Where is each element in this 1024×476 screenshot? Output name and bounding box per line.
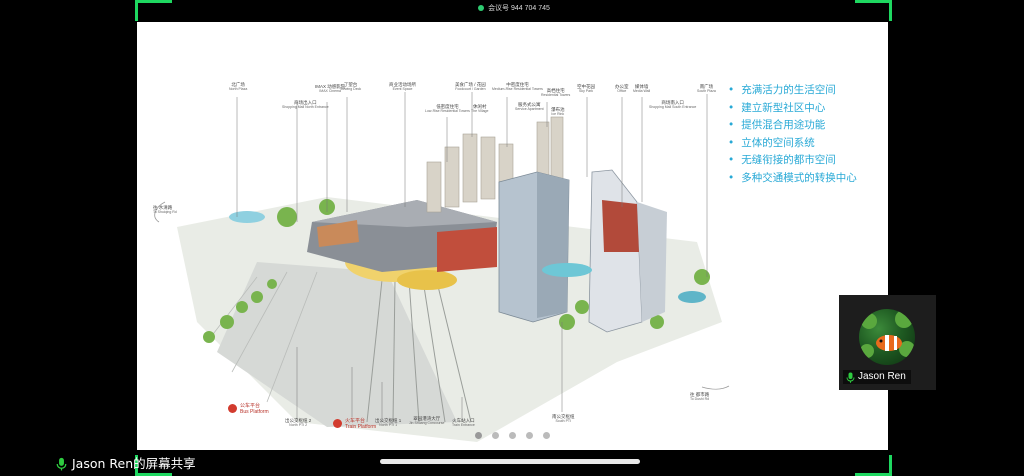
pager-dot[interactable]: [509, 432, 516, 439]
microphone-icon[interactable]: [846, 372, 855, 383]
participant-name: Jason Ren: [858, 371, 906, 382]
feature-item: 充满活力的生活空间: [728, 82, 857, 100]
callout-label: 美食广场 / 花园 Foodcourt / Garden: [455, 82, 486, 91]
direction-label-left: 往 水清路 To Shuiqing Rd: [153, 205, 177, 214]
callout-label: 商场出入口 Shopping Mall North Entrance: [282, 100, 329, 109]
callout-label: 高档住宅 Residential Towers: [541, 88, 571, 97]
train-platform-icon: [333, 419, 342, 428]
callout-label: 中密度住宅 Medium-Rise Residential Towers: [492, 82, 543, 91]
callout-label: 出公交枢纽 1 North PTI 1: [375, 418, 402, 427]
callout-label: 火车站入口 Train Entrance: [452, 418, 475, 427]
share-frame-corner-top-left: [135, 0, 172, 21]
callout-label: 瀑布池 Ice Rink: [551, 107, 565, 116]
callout-label: 了望台 Viewing Deck: [340, 82, 362, 91]
feature-item: 提供混合用途功能: [728, 117, 857, 135]
screen-share-label: Jason Ren的屏幕共享: [56, 455, 196, 473]
pager-dot[interactable]: [526, 432, 533, 439]
participant-name-tag: Jason Ren: [843, 370, 911, 384]
callout-label: 南广场 South Plaza: [697, 84, 716, 93]
direction-label-right: 往 都市路 To Dushi Rd: [690, 392, 710, 401]
feature-item: 无缝衔接的都市空间: [728, 152, 857, 170]
feature-item: 立体的空间系统: [728, 135, 857, 153]
shared-slide: 充满活力的生活空间 建立新型社区中心 提供混合用途功能 立体的空间系统 无缝衔接…: [137, 22, 888, 450]
callout-label: 翠园港湾大厅 Jin Shuang Concourse: [409, 416, 445, 425]
callout-label: 服务式公寓 Service Apartment: [515, 102, 544, 111]
participant-avatar: [859, 309, 915, 365]
callout-label: 低密度住宅 Low-Rise Residential Towers: [425, 104, 470, 113]
callout-label: 办公室 Office: [615, 84, 629, 93]
pager-dot[interactable]: [492, 432, 499, 439]
callout-label: 休闲村 The Village: [471, 104, 489, 113]
pager-dot[interactable]: [543, 432, 550, 439]
bus-platform-label: 公车平台 Bus Platform: [240, 403, 269, 415]
callout-label: 媒体墙 Media Wall: [633, 84, 651, 93]
callout-label: 出公交枢纽 2 North PTI 2: [285, 418, 312, 427]
callout-label: 商业活动场所 Event Space: [389, 82, 416, 91]
share-frame-corner-top-right: [855, 0, 892, 21]
pager-dot[interactable]: [475, 432, 482, 439]
callout-label: 南公交枢纽 South PTI: [552, 414, 575, 423]
slide-pager: [475, 432, 550, 439]
bus-platform-icon: [228, 404, 237, 413]
callout-label: 商场南入口 Shopping Mall South Entrance: [649, 100, 697, 109]
callout-label: 北广场 North Plaza: [229, 82, 248, 91]
security-shield-icon: [478, 5, 485, 11]
participant-video-tile[interactable]: Jason Ren: [839, 295, 936, 390]
feature-item: 建立新型社区中心: [728, 100, 857, 118]
home-indicator[interactable]: [380, 459, 640, 464]
meeting-id-text: 会议号 944 704 745: [488, 5, 550, 12]
train-platform-label: 火车平台 Train Platform: [345, 418, 377, 430]
clownfish-image: [860, 310, 915, 358]
meeting-id[interactable]: 会议号 944 704 745: [464, 2, 564, 14]
feature-item: 多种交通模式的转换中心: [728, 170, 857, 188]
screen-share-text: Jason Ren的屏幕共享: [72, 456, 196, 471]
callout-label: 空中花园 Sky Park: [577, 84, 595, 93]
feature-list: 充满活力的生活空间 建立新型社区中心 提供混合用途功能 立体的空间系统 无缝衔接…: [728, 82, 857, 187]
microphone-icon[interactable]: [56, 457, 67, 471]
